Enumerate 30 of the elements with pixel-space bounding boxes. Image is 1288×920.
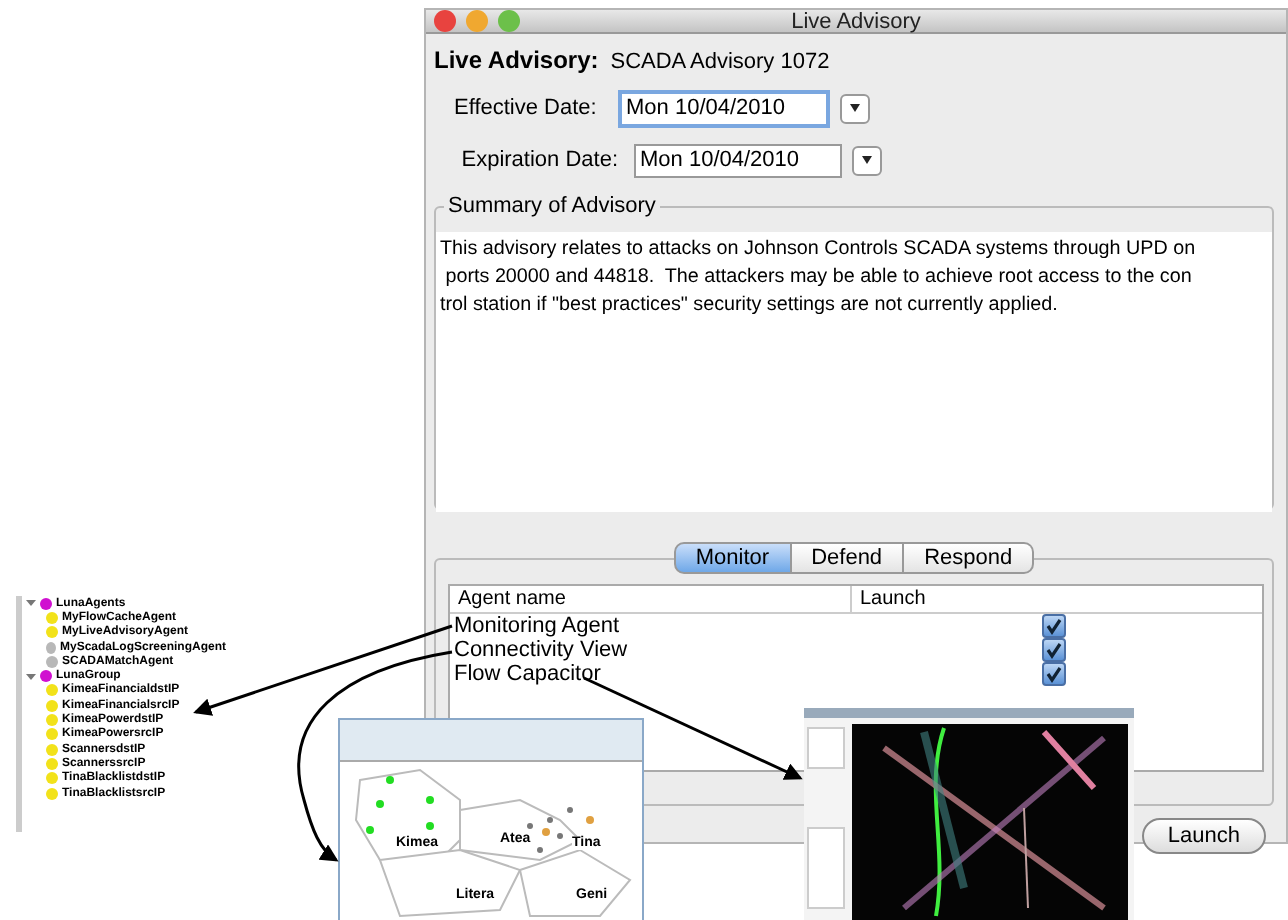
group-badge-icon <box>40 670 52 683</box>
field-label: Expiration Date: <box>459 148 620 172</box>
checkbox[interactable] <box>1042 638 1066 662</box>
advisory-label: Live Advisory: <box>434 46 599 74</box>
dropdown-button[interactable] <box>852 145 882 175</box>
tab[interactable]: Defend <box>791 542 905 574</box>
date-field[interactable]: Mon 10/04/2010 <box>634 143 842 177</box>
window-title: Live Advisory <box>791 9 921 33</box>
group-title: Summary of Advisory <box>444 194 660 218</box>
close-icon[interactable] <box>434 10 456 32</box>
tab[interactable]: Respond <box>904 542 1035 574</box>
group-badge-icon <box>40 597 52 610</box>
date-field[interactable]: Mon 10/04/2010 <box>618 89 830 127</box>
caret-icon <box>862 156 872 164</box>
field-label: Effective Date: <box>452 96 599 120</box>
checkbox[interactable] <box>1042 662 1066 686</box>
tab[interactable]: Monitor <box>673 542 792 574</box>
checkbox[interactable] <box>1042 614 1066 638</box>
disclosure-triangle-icon[interactable] <box>26 598 36 609</box>
launch-button[interactable]: Launch <box>1141 818 1266 854</box>
caret-icon <box>850 104 860 112</box>
advisory-name: SCADA Advisory 1072 <box>610 50 830 74</box>
table-cell-text: Flow Capacitor <box>452 662 603 686</box>
column-header[interactable]: Agent name <box>450 586 852 612</box>
dropdown-button[interactable] <box>840 93 870 123</box>
table-cell-text: Monitoring Agent <box>452 614 622 638</box>
summary-text[interactable]: This advisory relates to attacks on Johnson Controls SCADA systems through UPD on ports 20000 and 44818. The attackers may be able to achieve root access to the con trol station if "best practices" security settings are not currently applied. <box>436 232 1272 512</box>
table-cell-text: Connectivity View <box>452 638 630 662</box>
disclosure-triangle-icon[interactable] <box>26 671 36 682</box>
column-header[interactable]: Launch <box>852 586 934 612</box>
